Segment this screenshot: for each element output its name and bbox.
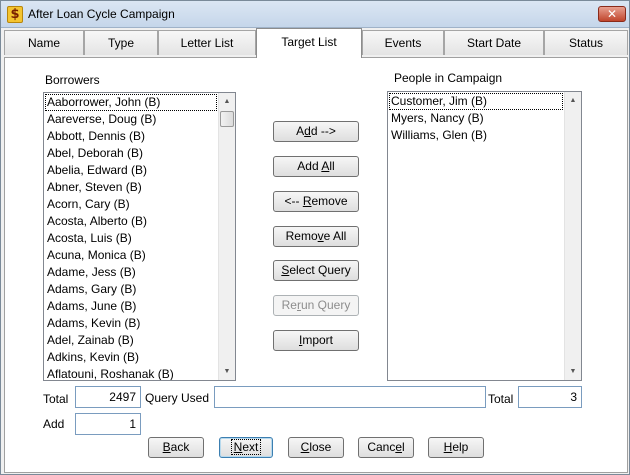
- list-item[interactable]: Acosta, Alberto (B): [45, 213, 217, 230]
- tab-type[interactable]: Type: [84, 30, 158, 55]
- tab-events[interactable]: Events: [362, 30, 444, 55]
- list-item[interactable]: Adams, June (B): [45, 298, 217, 315]
- scroll-down-arrow-icon[interactable]: ▼: [565, 363, 581, 380]
- total-label: Total: [43, 392, 69, 406]
- borrowers-items: Aaborrower, John (B) Aareverse, Doug (B) A…: [45, 94, 217, 380]
- list-item[interactable]: Adams, Kevin (B): [45, 315, 217, 332]
- next-button[interactable]: Next: [219, 437, 273, 458]
- list-item[interactable]: Acorn, Cary (B): [45, 196, 217, 213]
- window-title: After Loan Cycle Campaign: [28, 7, 175, 21]
- add-field[interactable]: 1: [75, 413, 141, 435]
- remove-button[interactable]: <-- Remove: [273, 191, 359, 212]
- campaign-listbox[interactable]: Customer, Jim (B) Myers, Nancy (B) William…: [387, 91, 582, 381]
- list-item[interactable]: Acuna, Monica (B): [45, 247, 217, 264]
- list-item[interactable]: Acosta, Luis (B): [45, 230, 217, 247]
- scroll-up-arrow-icon[interactable]: ▲: [565, 92, 581, 109]
- remove-all-button[interactable]: Remove All: [273, 226, 359, 247]
- query-used-label: Query Used: [145, 391, 210, 405]
- list-item[interactable]: Abbott, Dennis (B): [45, 128, 217, 145]
- campaign-window: $ After Loan Cycle Campaign ✕ Name Type …: [0, 0, 630, 475]
- campaign-total-label: Total: [488, 392, 514, 406]
- import-button[interactable]: Import: [273, 330, 359, 351]
- add-button[interactable]: Add -->: [273, 121, 359, 142]
- borrowers-label: Borrowers: [45, 73, 100, 87]
- tab-name[interactable]: Name: [4, 30, 84, 55]
- total-field[interactable]: 2497: [75, 386, 141, 408]
- campaign-items: Customer, Jim (B) Myers, Nancy (B) William…: [389, 93, 563, 144]
- tab-start-date[interactable]: Start Date: [444, 30, 544, 55]
- add-all-button[interactable]: Add All: [273, 156, 359, 177]
- tab-status[interactable]: Status: [544, 30, 628, 55]
- query-used-field[interactable]: [214, 386, 486, 408]
- list-item[interactable]: Williams, Glen (B): [389, 127, 563, 144]
- tab-target-list[interactable]: Target List: [256, 28, 362, 58]
- close-window-button[interactable]: ✕: [598, 6, 626, 22]
- list-item[interactable]: Aaborrower, John (B): [45, 94, 217, 111]
- list-item[interactable]: Abel, Deborah (B): [45, 145, 217, 162]
- cancel-button[interactable]: Cancel: [358, 437, 414, 458]
- help-button[interactable]: Help: [428, 437, 484, 458]
- list-item[interactable]: Adkins, Kevin (B): [45, 349, 217, 366]
- dollar-app-icon: $: [7, 6, 23, 23]
- campaign-total-field[interactable]: 3: [518, 386, 582, 408]
- close-button[interactable]: Close: [288, 437, 344, 458]
- add-label: Add: [43, 417, 65, 431]
- rerun-query-button[interactable]: Rerun Query: [273, 295, 359, 316]
- list-item[interactable]: Adame, Jess (B): [45, 264, 217, 281]
- list-item[interactable]: Customer, Jim (B): [389, 93, 563, 110]
- list-item[interactable]: Adams, Gary (B): [45, 281, 217, 298]
- tab-strip: Name Type Letter List Target List Events…: [4, 28, 628, 58]
- list-item[interactable]: Myers, Nancy (B): [389, 110, 563, 127]
- scroll-thumb[interactable]: [220, 111, 234, 127]
- borrowers-scrollbar[interactable]: ▲ ▼: [218, 93, 235, 380]
- tab-letter-list[interactable]: Letter List: [158, 30, 256, 55]
- campaign-scrollbar[interactable]: ▲ ▼: [564, 92, 581, 380]
- scroll-down-arrow-icon[interactable]: ▼: [219, 363, 235, 380]
- list-item[interactable]: Abner, Steven (B): [45, 179, 217, 196]
- select-query-button[interactable]: Select Query: [273, 260, 359, 281]
- list-item[interactable]: Abelia, Edward (B): [45, 162, 217, 179]
- borrowers-listbox[interactable]: Aaborrower, John (B) Aareverse, Doug (B) A…: [43, 92, 236, 381]
- list-item[interactable]: Aflatouni, Roshanak (B): [45, 366, 217, 380]
- list-item[interactable]: Adel, Zainab (B): [45, 332, 217, 349]
- scroll-up-arrow-icon[interactable]: ▲: [219, 93, 235, 110]
- list-item[interactable]: Aareverse, Doug (B): [45, 111, 217, 128]
- title-bar: $ After Loan Cycle Campaign ✕: [1, 1, 629, 28]
- campaign-label: People in Campaign: [394, 71, 503, 85]
- back-button[interactable]: Back: [148, 437, 204, 458]
